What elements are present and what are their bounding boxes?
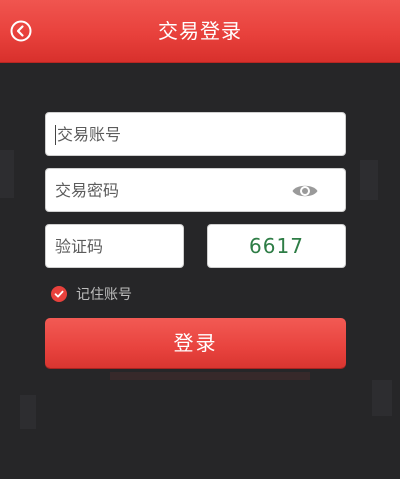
background-decoration (360, 160, 378, 200)
captcha-field[interactable] (45, 224, 184, 268)
password-visibility-toggle[interactable] (291, 182, 319, 200)
account-field[interactable] (45, 112, 346, 156)
background-decoration (0, 150, 14, 198)
page-title: 交易登录 (158, 19, 242, 43)
background-decoration (372, 380, 392, 416)
login-screen: 交易登录 6617 (0, 0, 400, 479)
eye-icon (292, 185, 318, 197)
check-icon (54, 290, 64, 298)
chevron-left-circle-icon (10, 20, 32, 42)
back-button[interactable] (10, 20, 32, 42)
remember-account-row[interactable]: 记住账号 (51, 285, 132, 303)
remember-checkbox[interactable] (51, 286, 67, 302)
account-input[interactable] (46, 113, 345, 155)
background-decoration (20, 395, 36, 429)
background-decoration (110, 372, 310, 380)
remember-label: 记住账号 (76, 287, 132, 303)
captcha-code[interactable]: 6617 (207, 224, 346, 268)
text-caret (55, 125, 56, 145)
captcha-input[interactable] (46, 225, 183, 267)
password-field[interactable] (45, 168, 346, 212)
login-button[interactable]: 登录 (45, 318, 346, 368)
header-bar: 交易登录 (0, 0, 400, 62)
